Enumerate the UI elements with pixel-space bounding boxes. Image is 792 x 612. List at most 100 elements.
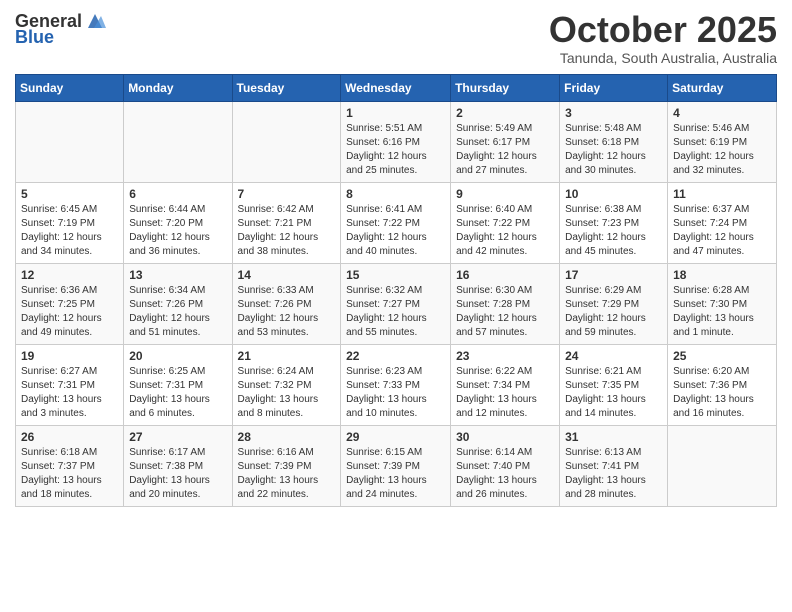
calendar-cell: 31 Sunrise: 6:13 AMSunset: 7:41 PMDayligh… <box>560 425 668 506</box>
day-info: Sunrise: 6:22 AMSunset: 7:34 PMDaylight:… <box>456 365 554 421</box>
day-info: Sunrise: 6:41 AMSunset: 7:22 PMDaylight:… <box>346 203 445 259</box>
calendar-cell: 7 Sunrise: 6:42 AMSunset: 7:21 PMDaylight… <box>232 182 341 263</box>
calendar-cell <box>668 425 777 506</box>
day-info: Sunrise: 6:20 AMSunset: 7:36 PMDaylight:… <box>673 365 771 421</box>
day-number: 25 <box>673 349 771 363</box>
day-number: 30 <box>456 430 554 444</box>
day-info: Sunrise: 6:45 AMSunset: 7:19 PMDaylight:… <box>21 203 118 259</box>
calendar-table: SundayMondayTuesdayWednesdayThursdayFrid… <box>15 74 777 507</box>
calendar-cell: 17Sunrise: 6:29 AMSunset: 7:29 PMDayligh… <box>560 263 668 344</box>
day-number: 20 <box>129 349 226 363</box>
calendar-cell: 19 Sunrise: 6:27 AMSunset: 7:31 PMDayligh… <box>16 344 124 425</box>
week-row-5: 26Sunrise: 6:18 AMSunset: 7:37 PMDayligh… <box>16 425 777 506</box>
day-number: 8 <box>346 187 445 201</box>
day-number: 9 <box>456 187 554 201</box>
day-number: 14 <box>238 268 336 282</box>
day-info: Sunrise: 6:34 AMSunset: 7:26 PMDaylight:… <box>129 284 226 340</box>
day-number: 29 <box>346 430 445 444</box>
day-info: Sunrise: 5:48 AMSunset: 6:18 PMDaylight:… <box>565 122 662 178</box>
day-info: Sunrise: 6:16 AMSunset: 7:39 PMDaylight:… <box>238 446 336 502</box>
day-info: Sunrise: 6:23 AMSunset: 7:33 PMDaylight:… <box>346 365 445 421</box>
day-info: Sunrise: 5:51 AMSunset: 6:16 PMDaylight:… <box>346 122 445 178</box>
calendar-cell: 8 Sunrise: 6:41 AMSunset: 7:22 PMDaylight… <box>341 182 451 263</box>
calendar-cell: 18 Sunrise: 6:28 AMSunset: 7:30 PMDayligh… <box>668 263 777 344</box>
week-row-2: 5Sunrise: 6:45 AMSunset: 7:19 PMDaylight… <box>16 182 777 263</box>
day-info: Sunrise: 6:42 AMSunset: 7:21 PMDaylight:… <box>238 203 336 259</box>
day-number: 12 <box>21 268 118 282</box>
calendar-cell: 23 Sunrise: 6:22 AMSunset: 7:34 PMDayligh… <box>451 344 560 425</box>
day-number: 6 <box>129 187 226 201</box>
day-number: 13 <box>129 268 226 282</box>
day-info: Sunrise: 6:33 AMSunset: 7:26 PMDaylight:… <box>238 284 336 340</box>
calendar-cell: 28 Sunrise: 6:16 AMSunset: 7:39 PMDayligh… <box>232 425 341 506</box>
calendar-cell: 1Sunrise: 5:51 AMSunset: 6:16 PMDaylight… <box>341 101 451 182</box>
weekday-header-thursday: Thursday <box>451 74 560 101</box>
calendar-cell: 27 Sunrise: 6:17 AMSunset: 7:38 PMDayligh… <box>124 425 232 506</box>
day-info: Sunrise: 6:24 AMSunset: 7:32 PMDaylight:… <box>238 365 336 421</box>
calendar-cell: 11Sunrise: 6:37 AMSunset: 7:24 PMDayligh… <box>668 182 777 263</box>
weekday-header-sunday: Sunday <box>16 74 124 101</box>
calendar-cell: 13 Sunrise: 6:34 AMSunset: 7:26 PMDayligh… <box>124 263 232 344</box>
calendar-cell: 15 Sunrise: 6:32 AMSunset: 7:27 PMDayligh… <box>341 263 451 344</box>
weekday-header-wednesday: Wednesday <box>341 74 451 101</box>
day-info: Sunrise: 6:15 AMSunset: 7:39 PMDaylight:… <box>346 446 445 502</box>
day-number: 10 <box>565 187 662 201</box>
calendar-cell: 12 Sunrise: 6:36 AMSunset: 7:25 PMDayligh… <box>16 263 124 344</box>
day-number: 27 <box>129 430 226 444</box>
day-info: Sunrise: 6:30 AMSunset: 7:28 PMDaylight:… <box>456 284 554 340</box>
calendar-cell: 14 Sunrise: 6:33 AMSunset: 7:26 PMDayligh… <box>232 263 341 344</box>
calendar-cell <box>232 101 341 182</box>
month-title: October 2025 <box>549 10 777 50</box>
logo-icon <box>84 10 106 32</box>
calendar-cell: 3 Sunrise: 5:48 AMSunset: 6:18 PMDaylight… <box>560 101 668 182</box>
weekday-header-row: SundayMondayTuesdayWednesdayThursdayFrid… <box>16 74 777 101</box>
day-info: Sunrise: 5:49 AMSunset: 6:17 PMDaylight:… <box>456 122 554 178</box>
day-number: 19 <box>21 349 118 363</box>
day-info: Sunrise: 6:17 AMSunset: 7:38 PMDaylight:… <box>129 446 226 502</box>
day-number: 7 <box>238 187 336 201</box>
day-number: 15 <box>346 268 445 282</box>
weekday-header-saturday: Saturday <box>668 74 777 101</box>
day-number: 28 <box>238 430 336 444</box>
calendar-cell: 9Sunrise: 6:40 AMSunset: 7:22 PMDaylight… <box>451 182 560 263</box>
calendar-cell: 24Sunrise: 6:21 AMSunset: 7:35 PMDayligh… <box>560 344 668 425</box>
day-info: Sunrise: 6:18 AMSunset: 7:37 PMDaylight:… <box>21 446 118 502</box>
calendar-cell: 20 Sunrise: 6:25 AMSunset: 7:31 PMDayligh… <box>124 344 232 425</box>
day-number: 22 <box>346 349 445 363</box>
day-number: 24 <box>565 349 662 363</box>
day-number: 23 <box>456 349 554 363</box>
logo-blue-text: Blue <box>15 28 54 46</box>
day-info: Sunrise: 6:13 AMSunset: 7:41 PMDaylight:… <box>565 446 662 502</box>
calendar-cell: 4Sunrise: 5:46 AMSunset: 6:19 PMDaylight… <box>668 101 777 182</box>
day-info: Sunrise: 6:36 AMSunset: 7:25 PMDaylight:… <box>21 284 118 340</box>
calendar-cell: 22 Sunrise: 6:23 AMSunset: 7:33 PMDayligh… <box>341 344 451 425</box>
calendar-cell: 6Sunrise: 6:44 AMSunset: 7:20 PMDaylight… <box>124 182 232 263</box>
day-number: 3 <box>565 106 662 120</box>
week-row-3: 12 Sunrise: 6:36 AMSunset: 7:25 PMDayligh… <box>16 263 777 344</box>
calendar-cell: 26Sunrise: 6:18 AMSunset: 7:37 PMDayligh… <box>16 425 124 506</box>
calendar-cell: 30Sunrise: 6:14 AMSunset: 7:40 PMDayligh… <box>451 425 560 506</box>
day-number: 17 <box>565 268 662 282</box>
day-number: 16 <box>456 268 554 282</box>
location-subtitle: Tanunda, South Australia, Australia <box>549 50 777 66</box>
day-number: 31 <box>565 430 662 444</box>
weekday-header-monday: Monday <box>124 74 232 101</box>
weekday-header-tuesday: Tuesday <box>232 74 341 101</box>
day-info: Sunrise: 6:32 AMSunset: 7:27 PMDaylight:… <box>346 284 445 340</box>
calendar-cell <box>124 101 232 182</box>
calendar-cell <box>16 101 124 182</box>
day-info: Sunrise: 6:38 AMSunset: 7:23 PMDaylight:… <box>565 203 662 259</box>
day-number: 11 <box>673 187 771 201</box>
day-number: 18 <box>673 268 771 282</box>
day-info: Sunrise: 5:46 AMSunset: 6:19 PMDaylight:… <box>673 122 771 178</box>
day-info: Sunrise: 6:28 AMSunset: 7:30 PMDaylight:… <box>673 284 771 340</box>
calendar-cell: 5Sunrise: 6:45 AMSunset: 7:19 PMDaylight… <box>16 182 124 263</box>
calendar-cell: 29 Sunrise: 6:15 AMSunset: 7:39 PMDayligh… <box>341 425 451 506</box>
day-number: 21 <box>238 349 336 363</box>
calendar-cell: 2Sunrise: 5:49 AMSunset: 6:17 PMDaylight… <box>451 101 560 182</box>
day-info: Sunrise: 6:27 AMSunset: 7:31 PMDaylight:… <box>21 365 118 421</box>
day-info: Sunrise: 6:25 AMSunset: 7:31 PMDaylight:… <box>129 365 226 421</box>
calendar-cell: 25 Sunrise: 6:20 AMSunset: 7:36 PMDayligh… <box>668 344 777 425</box>
week-row-1: 1Sunrise: 5:51 AMSunset: 6:16 PMDaylight… <box>16 101 777 182</box>
calendar-cell: 21 Sunrise: 6:24 AMSunset: 7:32 PMDayligh… <box>232 344 341 425</box>
